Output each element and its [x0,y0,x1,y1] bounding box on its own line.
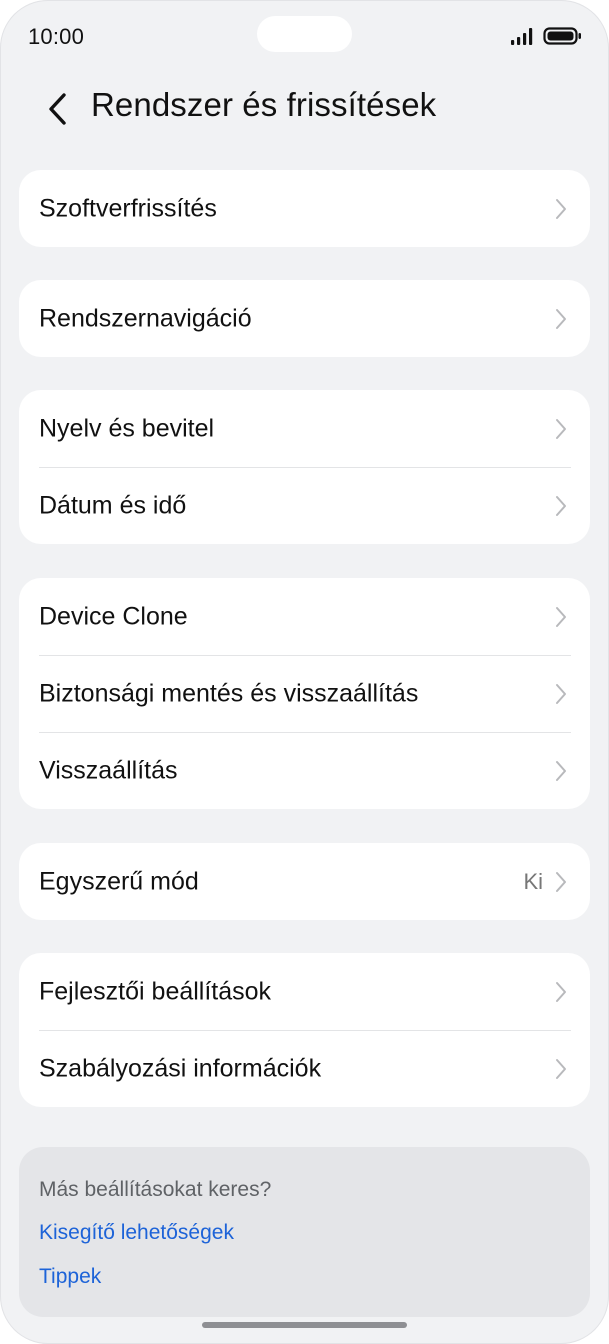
settings-item-developer-options[interactable]: Fejlesztői beállítások [19,953,590,1030]
suggestions-card: Más beállításokat keres? Kisegítő lehető… [19,1147,590,1317]
settings-item-label: Device Clone [39,602,188,630]
settings-item-software-update[interactable]: Szoftverfrissítés [19,170,590,247]
chevron-right-icon [556,495,566,516]
chevron-right-icon [556,418,566,439]
settings-item-label: Dátum és idő [39,491,187,519]
settings-item-system-navigation[interactable]: Rendszernavigáció [19,280,590,357]
settings-item-label: Visszaállítás [39,756,178,784]
back-button[interactable] [38,84,78,132]
link-accessibility[interactable]: Kisegítő lehetőségek [39,1221,234,1245]
settings-item-label: Szoftverfrissítés [39,194,217,222]
link-tips[interactable]: Tippek [39,1265,101,1289]
settings-item-language-input[interactable]: Nyelv és bevitel [19,390,590,467]
chevron-right-icon [556,981,566,1002]
chevron-right-icon [556,871,566,892]
settings-item-simple-mode[interactable]: Egyszerű mód Ki [19,843,590,920]
signal-icon [511,28,533,45]
chevron-right-icon [556,1058,566,1079]
settings-group-developer: Fejlesztői beállítások Szabályozási info… [19,953,590,1107]
page-header: Rendszer és frissítések [0,78,609,138]
chevron-right-icon [556,606,566,627]
chevron-right-icon [556,683,566,704]
settings-group-backup: Device Clone Biztonsági mentés és vissza… [19,578,590,809]
camera-notch [257,16,352,52]
settings-item-device-clone[interactable]: Device Clone [19,578,590,655]
settings-item-label: Biztonsági mentés és visszaállítás [39,679,419,707]
chevron-right-icon [556,760,566,781]
settings-item-value: Ki [523,868,543,894]
settings-item-reset[interactable]: Visszaállítás [19,732,590,809]
chevron-right-icon [556,198,566,219]
suggestions-title: Más beállításokat keres? [39,1178,272,1201]
home-indicator[interactable] [202,1322,407,1328]
settings-group-simple-mode: Egyszerű mód Ki [19,843,590,920]
status-bar: 10:00 [0,0,609,70]
settings-group-language: Nyelv és bevitel Dátum és idő [19,390,590,544]
settings-item-date-time[interactable]: Dátum és idő [19,467,590,544]
chevron-left-icon [49,93,66,125]
page-title: Rendszer és frissítések [91,86,437,123]
phone-screen: 10:00 Rendszer és frissítések Szoftverfr… [0,0,609,1344]
settings-item-label: Nyelv és bevitel [39,414,215,442]
settings-group-navigation: Rendszernavigáció [19,280,590,357]
settings-item-label: Fejlesztői beállítások [39,977,272,1005]
settings-item-backup-restore[interactable]: Biztonsági mentés és visszaállítás [19,655,590,732]
status-time: 10:00 [28,24,85,49]
settings-item-label: Egyszerű mód [39,867,199,895]
settings-item-label: Szabályozási információk [39,1054,322,1082]
battery-icon [543,27,581,45]
settings-item-label: Rendszernavigáció [39,304,252,332]
settings-group-update: Szoftverfrissítés [19,170,590,247]
settings-item-regulatory-info[interactable]: Szabályozási információk [19,1030,590,1107]
chevron-right-icon [556,308,566,329]
